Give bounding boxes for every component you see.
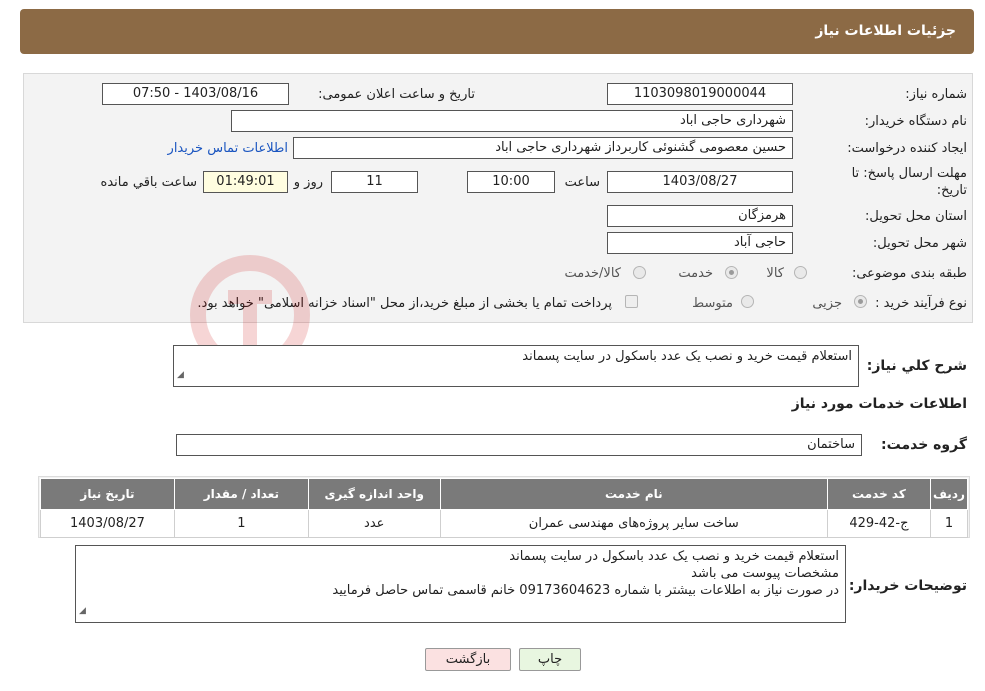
back-button[interactable]: بازگشت xyxy=(425,648,511,671)
cell-need-date: 1403/08/27 xyxy=(40,509,175,538)
category-service-radio[interactable] xyxy=(725,266,738,279)
province-field[interactable]: هرمزگان xyxy=(607,205,793,227)
col-need-date: تاريخ نياز xyxy=(40,478,175,510)
summary-label: شرح کلي نياز: xyxy=(866,358,967,374)
creator-label: ایجاد کننده درخواست: xyxy=(847,141,967,156)
deadline-date-field[interactable]: 1403/08/27 xyxy=(607,171,793,193)
col-row: رديف xyxy=(929,478,969,510)
col-unit: واحد اندازه گيری xyxy=(307,478,441,510)
need-number-label: شماره نیاز: xyxy=(905,87,967,102)
remaining-days-field[interactable]: 11 xyxy=(331,171,418,193)
resize-handle-icon[interactable]: ◢ xyxy=(79,603,86,620)
purchase-medium-label: متوسط xyxy=(692,296,733,311)
need-number-field[interactable]: 1103098019000044 xyxy=(607,83,793,105)
purchase-medium-radio[interactable] xyxy=(741,295,754,308)
deadline-time-label: ساعت xyxy=(564,175,600,190)
buyer-contact-link[interactable]: اطلاعات تماس خریدار xyxy=(168,141,288,156)
buyer-notes-line: مشخصات پیوست می باشد xyxy=(691,566,839,581)
buyer-notes-label: توضيحات خريدار: xyxy=(848,578,967,594)
buyer-notes-line: استعلام قیمت خرید و نصب یک عدد باسکول در… xyxy=(509,549,839,564)
table-row: 1 ج-42-429 ساخت سایر پروژه‌های مهندسی عم… xyxy=(40,509,969,538)
deadline-label: مهلت ارسال پاسخ: تا تاریخ: xyxy=(851,166,967,198)
purchase-minor-label: جزیی xyxy=(812,296,842,311)
cell-quantity: 1 xyxy=(173,509,309,538)
city-field[interactable]: حاجی آباد xyxy=(607,232,793,254)
cell-service-name: ساخت سایر پروژه‌های مهندسی عمران xyxy=(439,509,828,538)
summary-textarea[interactable]: استعلام قیمت خرید و نصب یک عدد باسکول در… xyxy=(173,345,859,387)
remaining-label: ساعت باقي مانده xyxy=(100,175,197,190)
services-section-title: اطلاعات خدمات مورد نياز xyxy=(791,396,967,412)
category-goods-radio[interactable] xyxy=(794,266,807,279)
summary-text: استعلام قیمت خرید و نصب یک عدد باسکول در… xyxy=(522,349,852,364)
category-goods-service-radio[interactable] xyxy=(633,266,646,279)
city-label: شهر محل تحویل: xyxy=(872,236,967,251)
announce-label: تاریخ و ساعت اعلان عمومی: xyxy=(318,87,475,102)
purchase-minor-radio[interactable] xyxy=(854,295,867,308)
col-service-code: كد خدمت xyxy=(826,478,931,510)
service-group-field[interactable]: ساختمان xyxy=(176,434,862,456)
resize-handle-icon[interactable]: ◢ xyxy=(177,367,184,384)
col-service-name: نام خدمت xyxy=(439,478,828,510)
table-header-row: رديف كد خدمت نام خدمت واحد اندازه گيری ت… xyxy=(40,478,969,510)
buyer-label: نام دستگاه خریدار: xyxy=(864,114,967,129)
services-table: رديف كد خدمت نام خدمت واحد اندازه گيری ت… xyxy=(40,478,969,538)
category-goods-label: کالا xyxy=(766,266,784,281)
col-quantity: تعداد / مقدار xyxy=(173,478,309,510)
cell-unit: عدد xyxy=(307,509,441,538)
buyer-field[interactable]: شهرداری حاجی اباد xyxy=(231,110,793,132)
buyer-notes-line: در صورت نیاز به اطلاعات بیشتر با شماره 0… xyxy=(332,583,839,598)
creator-field[interactable]: حسین معصومی گشنوئی کاربرداز شهرداری حاجی… xyxy=(293,137,793,159)
category-service-label: خدمت xyxy=(678,266,713,281)
buyer-notes-textarea[interactable]: استعلام قیمت خرید و نصب یک عدد باسکول در… xyxy=(75,545,846,623)
page-header: جزئیات اطلاعات نیاز xyxy=(20,9,974,54)
remaining-time-field[interactable]: 01:49:01 xyxy=(203,171,288,193)
deadline-time-field[interactable]: 10:00 xyxy=(467,171,555,193)
print-button[interactable]: چاپ xyxy=(519,648,581,671)
payment-note: پرداخت تمام یا بخشی از مبلغ خرید،از محل … xyxy=(197,296,612,311)
service-group-label: گروه خدمت: xyxy=(881,437,967,453)
cell-service-code: ج-42-429 xyxy=(826,509,931,538)
days-label: روز و xyxy=(293,175,323,190)
category-goods-service-label: کالا/خدمت xyxy=(564,266,621,281)
page-title: جزئیات اطلاعات نیاز xyxy=(815,23,956,39)
province-label: استان محل تحویل: xyxy=(865,209,967,224)
announce-datetime-field[interactable]: 1403/08/16 - 07:50 xyxy=(102,83,289,105)
treasury-docs-checkbox[interactable] xyxy=(625,295,638,308)
purchase-type-label: نوع فرآیند خرید : xyxy=(875,296,967,311)
cell-row: 1 xyxy=(929,509,969,538)
category-label: طبقه بندی موضوعی: xyxy=(851,266,967,281)
